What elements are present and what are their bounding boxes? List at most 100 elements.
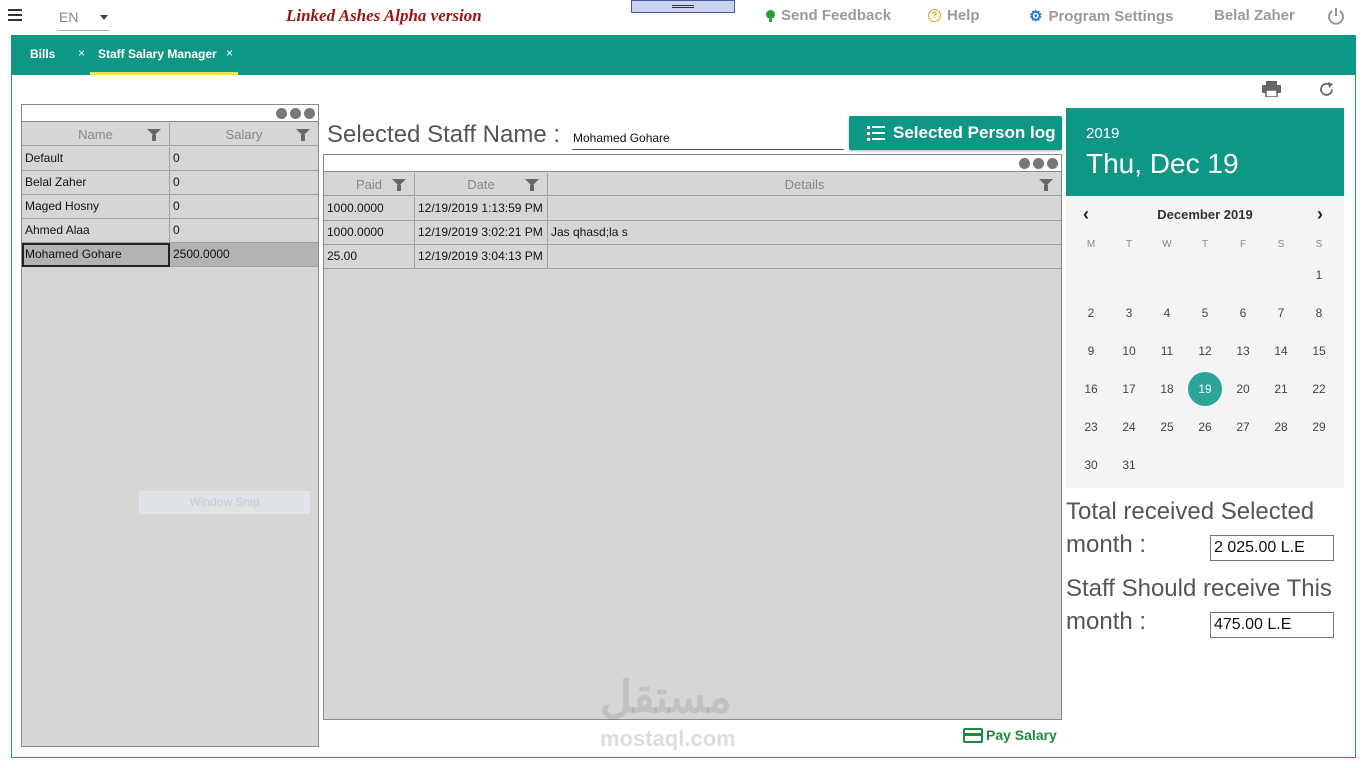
lightbulb-icon xyxy=(766,9,775,22)
payments-grid: Paid Date Details 1000.0000 12/19/2019 1:… xyxy=(323,154,1062,720)
calendar-day[interactable]: 10 xyxy=(1110,332,1148,370)
tab-staff-salary-manager[interactable]: Staff Salary Manager xyxy=(98,47,217,61)
selected-staff-input[interactable] xyxy=(572,126,844,150)
hamburger-menu-icon[interactable] xyxy=(8,9,22,21)
calendar-day[interactable]: 24 xyxy=(1110,408,1148,446)
staff-name-cell[interactable]: Belal Zaher xyxy=(22,171,170,195)
language-select[interactable]: EN xyxy=(57,4,109,31)
should-receive-label: Staff Should receive This xyxy=(1066,575,1332,602)
staff-salary-cell[interactable]: 0 xyxy=(170,219,318,243)
calendar-day[interactable]: 27 xyxy=(1224,408,1262,446)
payment-paid-cell[interactable]: 1000.0000 xyxy=(324,221,415,245)
tab-bills-close-icon[interactable]: × xyxy=(78,46,85,60)
staff-name-cell[interactable]: Default xyxy=(22,147,170,171)
day-number: 11 xyxy=(1160,344,1174,358)
calendar-day[interactable]: 2 xyxy=(1072,294,1110,332)
refresh-icon[interactable] xyxy=(1318,81,1335,98)
calendar-day[interactable]: 28 xyxy=(1262,408,1300,446)
calendar-day[interactable]: 25 xyxy=(1148,408,1186,446)
calendar-day[interactable]: 14 xyxy=(1262,332,1300,370)
weekday-label: S xyxy=(1277,239,1285,250)
filter-icon[interactable] xyxy=(525,179,539,191)
payment-date-cell[interactable]: 12/19/2019 1:13:59 PM xyxy=(415,197,548,221)
calendar-day[interactable]: 29 xyxy=(1300,408,1338,446)
calendar-year[interactable]: 2019 xyxy=(1086,125,1119,142)
print-icon[interactable] xyxy=(1262,81,1281,97)
payment-paid-cell[interactable]: 25.00 xyxy=(324,245,415,269)
calendar-day[interactable]: 12 xyxy=(1186,332,1224,370)
calendar-day[interactable]: 5 xyxy=(1186,294,1224,332)
payment-details-cell[interactable]: Jas qhasd;la s xyxy=(548,221,1061,245)
calendar-day[interactable]: 18 xyxy=(1148,370,1186,408)
should-receive-label-2: month : xyxy=(1066,608,1147,635)
staff-salary-cell[interactable]: 0 xyxy=(170,171,318,195)
staff-name-cell[interactable]: Ahmed Alaa xyxy=(22,219,170,243)
calendar-day[interactable]: 20 xyxy=(1224,370,1262,408)
calendar-day[interactable]: 23 xyxy=(1072,408,1110,446)
more-options-icon[interactable] xyxy=(1019,158,1058,169)
payment-paid-cell[interactable]: 1000.0000 xyxy=(324,197,415,221)
calendar-day[interactable]: 4 xyxy=(1148,294,1186,332)
day-number: 14 xyxy=(1274,344,1288,358)
day-number: 16 xyxy=(1084,382,1098,396)
filter-icon[interactable] xyxy=(147,129,161,141)
calendar-day[interactable]: 3 xyxy=(1110,294,1148,332)
staff-salary-cell[interactable]: 0 xyxy=(170,195,318,219)
gear-icon: ⚙ xyxy=(1029,8,1043,25)
program-settings-link[interactable]: ⚙ Program Settings xyxy=(1029,7,1173,26)
staff-salary-cell[interactable]: 0 xyxy=(170,147,318,171)
drag-handle[interactable] xyxy=(631,0,735,13)
column-header-salary[interactable]: Salary xyxy=(170,123,318,146)
payment-details-cell[interactable] xyxy=(548,197,1061,221)
power-icon[interactable] xyxy=(1327,7,1345,25)
tab-bills[interactable]: Bills xyxy=(30,47,55,61)
calendar-day[interactable]: 21 xyxy=(1262,370,1300,408)
filter-icon[interactable] xyxy=(392,179,406,191)
calendar-day[interactable]: 13 xyxy=(1224,332,1262,370)
calendar-day[interactable]: 22 xyxy=(1300,370,1338,408)
calendar-day[interactable]: 19 xyxy=(1186,370,1224,408)
next-month-icon[interactable]: › xyxy=(1317,204,1323,225)
calendar-day[interactable]: 6 xyxy=(1224,294,1262,332)
column-header-paid[interactable]: Paid xyxy=(324,173,415,196)
day-number: 21 xyxy=(1274,382,1288,396)
filter-icon[interactable] xyxy=(1039,179,1053,191)
calendar-day[interactable]: 7 xyxy=(1262,294,1300,332)
more-options-icon[interactable] xyxy=(276,108,315,119)
calendar-day[interactable]: 31 xyxy=(1110,446,1148,484)
column-header-date[interactable]: Date xyxy=(415,173,548,196)
help-link[interactable]: ? Help xyxy=(928,7,980,24)
payment-date-cell[interactable]: 12/19/2019 3:04:13 PM xyxy=(415,245,548,269)
calendar-day[interactable]: 17 xyxy=(1110,370,1148,408)
day-number: 17 xyxy=(1122,382,1136,396)
day-number: 1 xyxy=(1315,268,1323,282)
calendar-day[interactable]: 16 xyxy=(1072,370,1110,408)
column-header-details[interactable]: Details xyxy=(548,173,1061,196)
user-name[interactable]: Belal Zaher xyxy=(1214,7,1295,24)
send-feedback-link[interactable]: Send Feedback xyxy=(766,7,891,24)
tab-staff-salary-manager-close-icon[interactable]: × xyxy=(226,46,233,60)
calendar-day[interactable]: 9 xyxy=(1072,332,1110,370)
calendar-day[interactable]: 8 xyxy=(1300,294,1338,332)
filter-icon[interactable] xyxy=(296,129,310,141)
column-header-label: Date xyxy=(467,177,495,192)
selected-person-log-button[interactable]: Selected Person log xyxy=(849,116,1062,150)
calendar-day[interactable]: 30 xyxy=(1072,446,1110,484)
calendar-header: 2019 Thu, Dec 19 xyxy=(1066,108,1344,196)
day-number: 27 xyxy=(1236,420,1250,434)
tab-bar: Bills × Staff Salary Manager × xyxy=(11,35,1356,75)
calendar-day[interactable]: 11 xyxy=(1148,332,1186,370)
calendar-day[interactable]: 1 xyxy=(1300,256,1338,294)
pay-salary-button[interactable]: Pay Salary xyxy=(963,727,1057,743)
staff-name-cell[interactable]: Mohamed Gohare xyxy=(22,243,170,267)
weekday-label: W xyxy=(1162,239,1172,250)
staff-name-cell[interactable]: Maged Hosny xyxy=(22,195,170,219)
staff-salary-cell[interactable]: 2500.0000 xyxy=(170,243,318,267)
calendar-day[interactable]: 15 xyxy=(1300,332,1338,370)
calendar-day[interactable]: 26 xyxy=(1186,408,1224,446)
payment-details-cell[interactable] xyxy=(548,245,1061,269)
day-number: 10 xyxy=(1122,344,1136,358)
column-header-name[interactable]: Name xyxy=(22,123,170,146)
payment-date-cell[interactable]: 12/19/2019 3:02:21 PM xyxy=(415,221,548,245)
total-received-label: Total received Selected xyxy=(1066,498,1315,525)
